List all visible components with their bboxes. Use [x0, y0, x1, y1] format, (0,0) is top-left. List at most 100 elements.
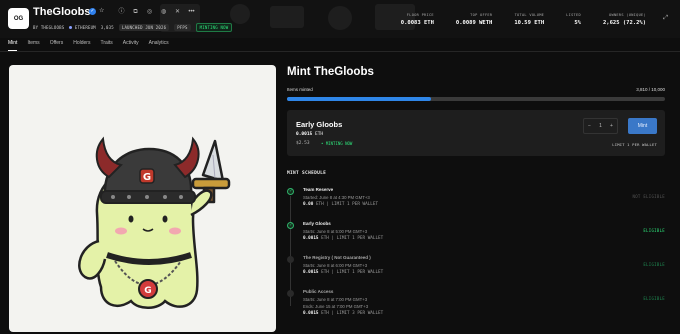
- discord-icon[interactable]: ◍: [159, 8, 168, 17]
- tab-activity[interactable]: Activity: [123, 40, 139, 51]
- website-icon[interactable]: ◎: [145, 8, 154, 17]
- tabs-divider: [0, 51, 680, 52]
- stage-eligibility: ELIGIBLE: [643, 296, 665, 301]
- ethereum-icon: [69, 26, 73, 29]
- quantity-value[interactable]: 1: [595, 123, 606, 129]
- mint-button[interactable]: Mint: [628, 118, 657, 134]
- favorite-star-icon[interactable]: ☆: [99, 7, 104, 14]
- stat-value: 0.0089 WETH: [455, 20, 493, 26]
- stat-label: TOP OFFER: [470, 13, 493, 17]
- stage-end-time: Ends: June 15 at 7:00 PM GMT+3: [303, 304, 369, 309]
- pending-stage-icon: [287, 290, 294, 297]
- mint-title: Mint TheGloobs: [287, 66, 374, 78]
- stage-details: 0.0015 ETH | LIMIT 1 PER WALLET: [303, 236, 383, 241]
- copy-icon[interactable]: ⧉: [131, 8, 140, 17]
- schedule-stage: Public Access Starts: June 8 at 7:00 PM …: [287, 289, 665, 329]
- stage-name: The Registry ( Not Guaranteed ): [303, 255, 371, 260]
- stage-price-value: 0.0015: [303, 236, 319, 241]
- tab-traits[interactable]: Traits: [100, 40, 112, 51]
- items-minted-value: 3,810 / 10,000: [636, 87, 665, 92]
- svg-text:G: G: [143, 172, 151, 183]
- stat-floor-price: FLOOR PRICE 0.0083 ETH: [379, 13, 434, 26]
- stage-time: Starts: June 8 at 7:00 PM GMT+3: [303, 297, 368, 302]
- stage-title: Early Gloobs: [296, 120, 343, 129]
- stage-name: Early Gloobs: [303, 221, 331, 226]
- stage-limit: ETH | LIMIT 1 PER WALLET: [315, 202, 379, 207]
- category-badge: PFPS: [174, 24, 191, 31]
- stat-value: 10.59 ETH: [514, 20, 545, 26]
- tab-analytics[interactable]: Analytics: [149, 40, 169, 51]
- stat-value: 5%: [574, 20, 581, 26]
- mint-progress-bar: [287, 97, 665, 101]
- stat-label: OWNERS (UNIQUE): [609, 13, 646, 17]
- schedule-stage: Early Gloobs Starts: June 8 at 5:00 PM G…: [287, 221, 665, 253]
- tab-mint[interactable]: Mint: [8, 40, 18, 51]
- stat-owners: OWNERS (UNIQUE) 2,625 (72.2%): [581, 13, 646, 26]
- chain-label: ETHEREUM: [69, 25, 96, 30]
- launch-date-badge: LAUNCHED JUN 2026: [118, 24, 170, 31]
- price-unit: ETH: [314, 132, 324, 137]
- stage-price-value: 0.00: [303, 202, 314, 207]
- stage-time: Started: June 8 at 4:30 PM GMT+3: [303, 195, 370, 200]
- stage-price-value: 0.0015: [303, 311, 319, 316]
- stat-value: 0.0083 ETH: [400, 20, 434, 26]
- chain-name: ETHEREUM: [74, 25, 96, 30]
- stat-label: TOTAL VOLUME: [514, 13, 545, 17]
- collection-artwork: G G: [9, 65, 276, 332]
- items-minted-label: Items minted: [287, 87, 313, 92]
- stage-limit: ETH | LIMIT 1 PER WALLET: [321, 270, 384, 275]
- creator-label[interactable]: BY THEGLOOBS: [33, 25, 64, 30]
- gloob-character-image: G G: [78, 136, 231, 309]
- stage-time: Starts: June 8 at 6:00 PM GMT+3: [303, 263, 368, 268]
- stage-details: 0.0015 ETH | LIMIT 3 PER WALLET: [303, 311, 383, 316]
- schedule-stage: Team Reserve Started: June 8 at 4:30 PM …: [287, 187, 665, 219]
- tab-holders[interactable]: Holders: [73, 40, 90, 51]
- decrease-quantity-button[interactable]: −: [584, 123, 595, 129]
- pending-stage-icon: [287, 256, 294, 263]
- tab-items[interactable]: Items: [27, 40, 39, 51]
- stat-top-offer: TOP OFFER 0.0089 WETH: [434, 13, 492, 26]
- info-icon[interactable]: ⓘ: [117, 8, 126, 17]
- collection-logo: OG: [8, 8, 29, 29]
- schedule-stage: The Registry ( Not Guaranteed ) Starts: …: [287, 255, 665, 287]
- price-value: 0.0015: [296, 132, 313, 137]
- svg-text:G: G: [144, 286, 151, 296]
- minting-status-badge: MINTING NOW: [195, 23, 233, 32]
- tab-offers[interactable]: Offers: [50, 40, 64, 51]
- stage-price: 0.0015 ETH: [296, 132, 323, 137]
- expand-icon[interactable]: ⤢: [663, 15, 668, 22]
- stage-details: 0.0015 ETH | LIMIT 1 PER WALLET: [303, 270, 383, 275]
- collection-title: TheGloobs: [33, 6, 91, 18]
- stat-total-volume: TOTAL VOLUME 10.59 ETH: [492, 13, 544, 26]
- stat-listed: LISTED 5%: [544, 13, 581, 26]
- items-count: 3,035: [100, 25, 114, 30]
- more-options-icon[interactable]: •••: [187, 8, 196, 17]
- mint-schedule-header: MINT SCHEDULE: [287, 171, 327, 176]
- wallet-limit: LIMIT 1 PER WALLET: [612, 142, 657, 147]
- increase-quantity-button[interactable]: +: [606, 123, 617, 129]
- completed-check-icon: [287, 222, 294, 229]
- verified-icon: ✓: [89, 8, 96, 15]
- mint-progress-fill: [287, 97, 432, 101]
- stat-label: FLOOR PRICE: [406, 13, 434, 17]
- stage-eligibility: NOT ELIGIBLE: [632, 194, 665, 199]
- stage-time: Starts: June 8 at 5:00 PM GMT+3: [303, 229, 368, 234]
- current-stage-card: Early Gloobs 0.0015 ETH $2.53 • MINTING …: [287, 110, 665, 156]
- stage-price-usd: $2.53: [296, 141, 310, 146]
- stage-status: • MINTING NOW: [321, 141, 353, 146]
- stage-name: Team Reserve: [303, 187, 334, 192]
- collection-header: OG TheGloobs ✓ ☆ ⓘ ⧉ ◎ ◍ ✕ ••• BY THEGLO…: [0, 0, 680, 38]
- stage-price-value: 0.0015: [303, 270, 319, 275]
- stage-limit: ETH | LIMIT 3 PER WALLET: [321, 311, 384, 316]
- stage-eligibility: ELIGIBLE: [643, 262, 665, 267]
- stat-value: 2,625 (72.2%): [602, 20, 646, 26]
- x-twitter-icon[interactable]: ✕: [173, 8, 182, 17]
- stat-label: LISTED: [566, 13, 581, 17]
- quantity-stepper: − 1 +: [583, 118, 618, 134]
- stage-limit: ETH | LIMIT 1 PER WALLET: [321, 236, 384, 241]
- collection-tabs: Mint Items Offers Holders Traits Activit…: [8, 40, 169, 51]
- stage-eligibility: ELIGIBLE: [643, 228, 665, 233]
- stage-details: 0.00 ETH | LIMIT 1 PER WALLET: [303, 202, 378, 207]
- completed-check-icon: [287, 188, 294, 195]
- stage-name: Public Access: [303, 289, 334, 294]
